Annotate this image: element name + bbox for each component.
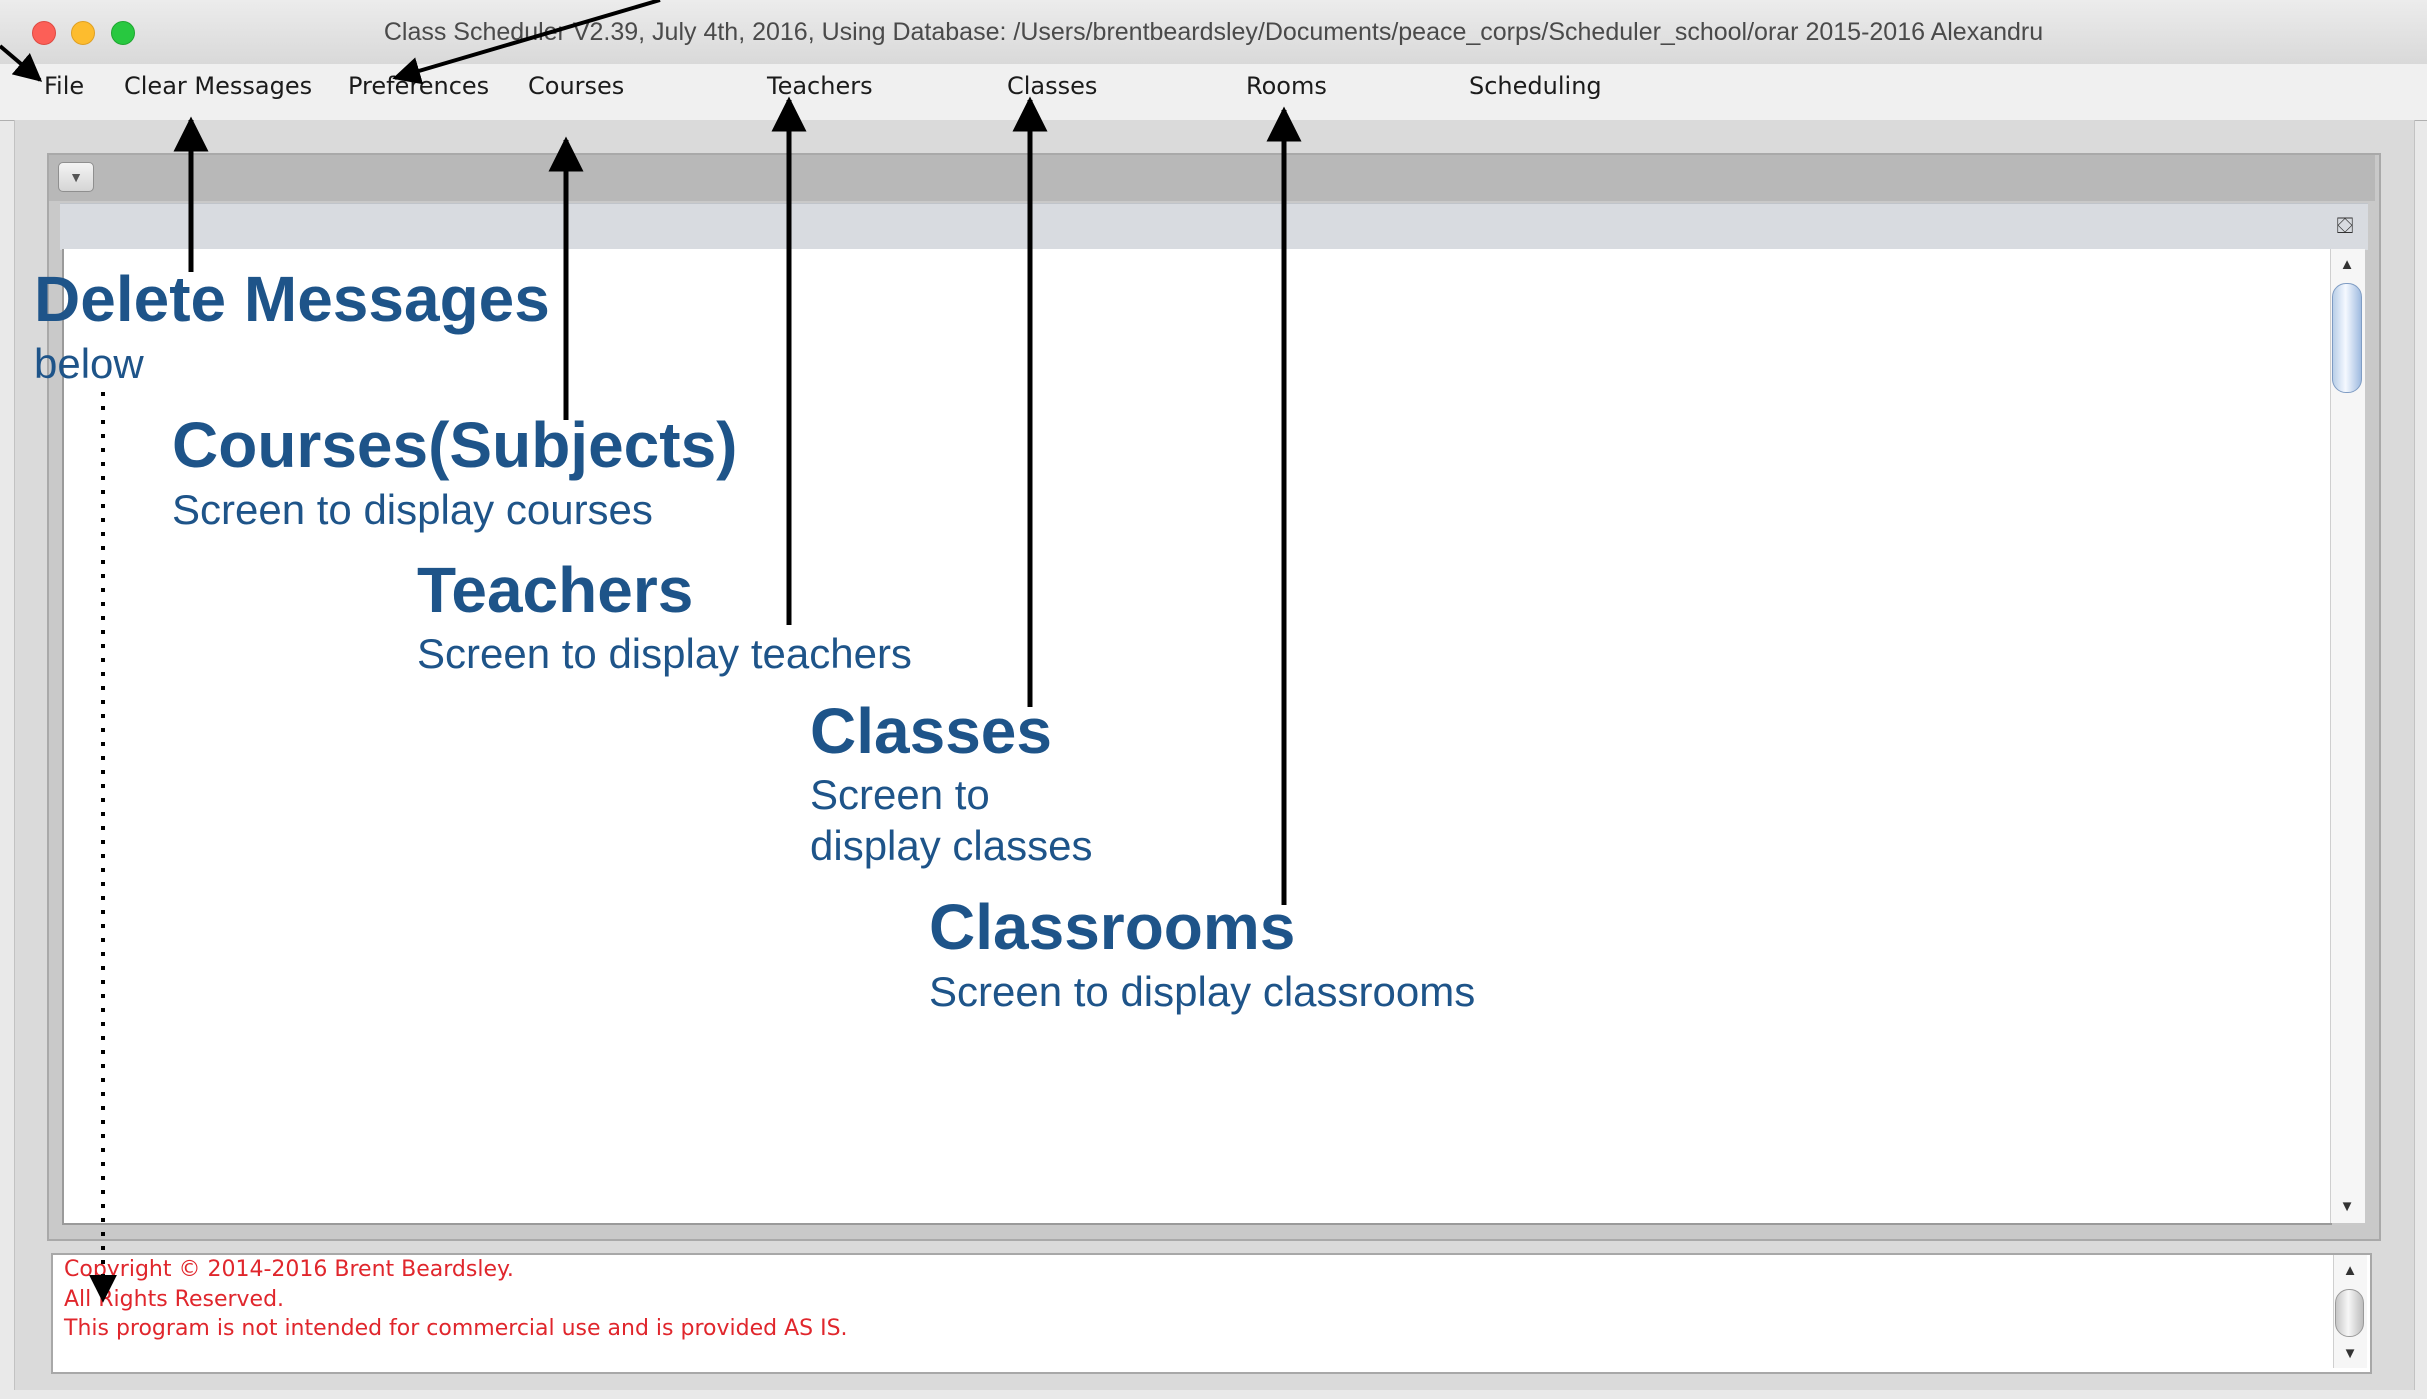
internal-frame-header <box>60 203 2368 250</box>
scroll-up-arrow-icon[interactable]: ▲ <box>2333 1259 2367 1283</box>
annotation-teachers-heading: Teachers <box>417 554 694 626</box>
collapse-pane-button[interactable]: ▼ <box>58 162 94 192</box>
message-scroll-thumb[interactable] <box>2335 1289 2364 1337</box>
menu-clear-messages[interactable]: Clear Messages <box>124 72 312 100</box>
annotation-delete-messages-sub: below <box>34 340 144 387</box>
scroll-up-arrow-icon[interactable]: ▲ <box>2330 253 2364 277</box>
annotation-classes-sub-line1: Screen to <box>810 771 990 818</box>
desktop-icon[interactable]: ⛋ <box>2334 213 2356 239</box>
menu-scheduling[interactable]: Scheduling <box>1469 72 1602 100</box>
message-text: Copyright © 2014-2016 Brent Beardsley. A… <box>64 1255 848 1344</box>
menu-file[interactable]: File <box>44 72 84 100</box>
main-vertical-scrollbar[interactable] <box>2330 249 2365 1223</box>
pane-header <box>49 155 2375 201</box>
message-line: Copyright © 2014-2016 Brent Beardsley. <box>64 1257 514 1282</box>
annotation-courses-sub: Screen to display courses <box>172 486 653 533</box>
annotation-teachers-sub: Screen to display teachers <box>417 630 912 677</box>
annotation-classes-heading: Classes <box>810 695 1052 767</box>
message-line: All Rights Reserved. <box>64 1286 285 1312</box>
annotation-classrooms-sub: Screen to display classrooms <box>929 968 1476 1015</box>
menu-courses[interactable]: Courses <box>528 72 624 100</box>
scroll-down-arrow-icon[interactable]: ▼ <box>2333 1342 2367 1366</box>
message-line: This program is not intended for commerc… <box>64 1316 848 1341</box>
annotation-classes-sub-line2: display classes <box>810 822 1093 869</box>
main-display-area[interactable] <box>62 249 2332 1225</box>
annotation-classrooms-heading: Classrooms <box>929 891 1296 963</box>
annotation-courses-heading: Courses(Subjects) <box>172 409 738 481</box>
menu-preferences[interactable]: Preferences <box>348 72 489 100</box>
annotation-delete-messages-heading: Delete Messages <box>34 263 550 335</box>
window-title: Class Scheduler V2.39, July 4th, 2016, U… <box>383 18 2044 46</box>
menu-rooms[interactable]: Rooms <box>1246 72 1327 100</box>
menu-classes[interactable]: Classes <box>1007 72 1097 100</box>
main-scroll-thumb[interactable] <box>2332 283 2362 393</box>
menu-teachers[interactable]: Teachers <box>767 72 873 100</box>
scroll-down-arrow-icon[interactable]: ▼ <box>2330 1195 2364 1219</box>
chevron-down-icon: ▼ <box>69 169 83 185</box>
